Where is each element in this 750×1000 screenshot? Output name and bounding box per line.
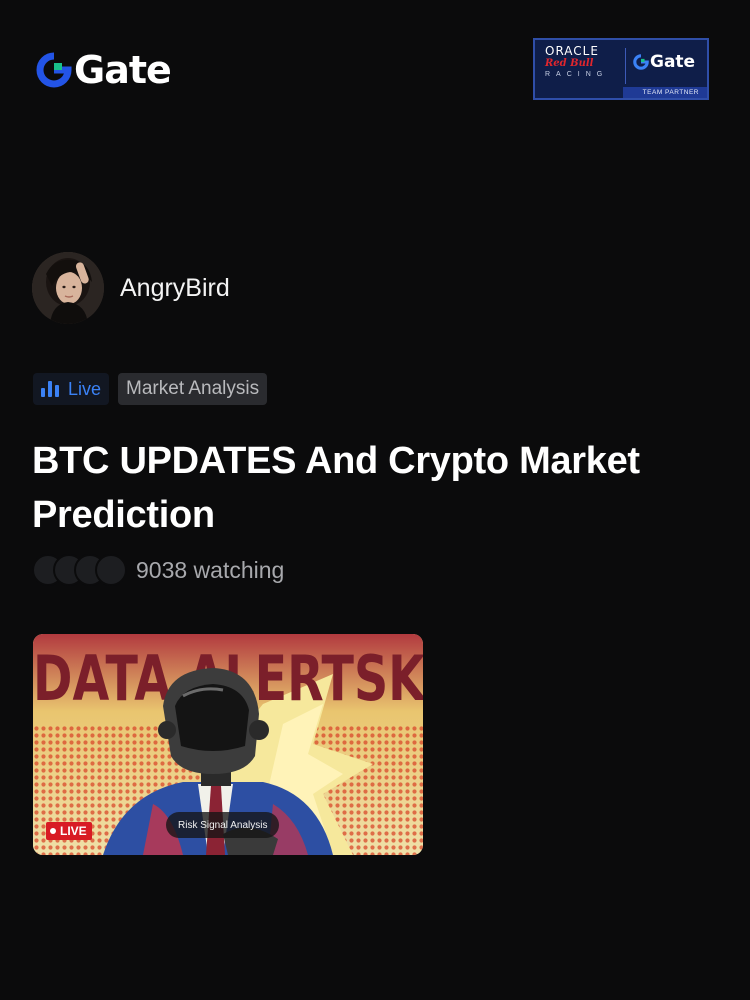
host-info[interactable]: AngryBird	[32, 252, 230, 324]
category-tag-label: Market Analysis	[126, 378, 260, 399]
thumbnail-caption-label: Risk Signal Analysis	[178, 819, 268, 831]
team-partner-label: TEAM PARTNER	[642, 89, 699, 96]
category-tag[interactable]: Market Analysis	[118, 373, 268, 405]
live-dot-icon	[50, 828, 56, 834]
live-bars-icon	[41, 381, 59, 397]
gate-logo-text: Gate	[74, 48, 172, 92]
racing-wordmark: RACING	[545, 71, 609, 78]
live-badge-label: LIVE	[60, 824, 87, 838]
partner-gate-logo: Gate	[633, 52, 695, 72]
redbull-wordmark: Red Bull	[545, 58, 594, 69]
stream-thumbnail[interactable]: DATA ALERTSK LIVE Risk Signal Analysis	[33, 634, 423, 855]
viewer-count: 9038 watching	[32, 554, 284, 586]
partner-gate-text: Gate	[650, 52, 696, 72]
stream-tags: Live Market Analysis	[33, 373, 268, 405]
stream-title: BTC UPDATES And Crypto Market Prediction	[32, 440, 640, 536]
watching-count: 9038 watching	[136, 556, 285, 583]
live-tag-label: Live	[68, 378, 102, 399]
gate-logo-icon	[36, 52, 72, 88]
gate-logo-icon	[633, 54, 649, 70]
host-name[interactable]: AngryBird	[120, 274, 230, 303]
viewer-avatar	[95, 554, 127, 586]
gate-logo[interactable]: Gate	[36, 48, 172, 92]
team-partner-badge: ORACLE Red Bull RACING Gate TEAM PARTNER	[533, 38, 709, 100]
partner-divider	[625, 48, 626, 84]
oracle-wordmark: ORACLE	[545, 44, 599, 58]
user-avatar-icon	[32, 252, 104, 324]
live-badge: LIVE	[46, 822, 92, 840]
viewer-avatars	[32, 554, 128, 586]
host-avatar[interactable]	[32, 252, 104, 324]
thumbnail-caption: Risk Signal Analysis	[166, 812, 280, 838]
live-tag: Live	[33, 373, 110, 405]
